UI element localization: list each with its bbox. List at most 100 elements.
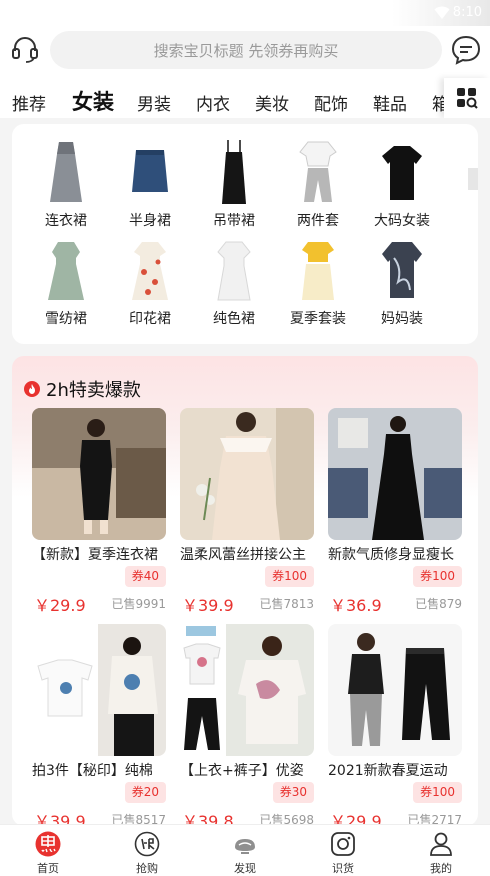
category-grid: 连衣裙 半身裙 吊带裙 两件套 大码女装 雪纺裙 印花裙 纯色裙 夏季套装 妈妈… [12,124,478,344]
product-image [328,408,462,540]
product-name: 温柔风蕾丝拼接公主 [180,547,306,563]
nav-home[interactable]: 首页 [18,829,78,875]
bottom-navigation: 首页 抢购 发现 识货 我的 [0,824,490,876]
tab-beauty[interactable]: 美妆 [255,90,289,115]
category-chiffon[interactable]: 雪纺裙 [24,232,108,328]
sold-count: 已售7813 [259,597,314,611]
category-label: 夏季套装 [290,311,346,327]
search-placeholder: 搜索宝贝标题 先领券再购买 [153,41,339,60]
nav-label: 首页 [37,862,59,875]
product-image [32,624,166,756]
category-label: 半身裙 [129,213,171,229]
coupon-badge: 券100 [265,566,314,587]
fire-icon [24,381,40,397]
nav-label: 发现 [234,862,256,875]
nav-rush-buy[interactable]: 抢购 [117,829,177,875]
nav-label: 抢购 [136,862,158,875]
flash-sale-title: 2h特卖爆款 [46,380,141,401]
two-piece-thumbnail [299,141,337,202]
product-name: 新款气质修身显瘦长 [328,547,454,563]
product-card[interactable]: 【上衣+裤子】优姿 券30 ￥39.8 已售5698 [180,624,314,826]
flash-sale-section: 2h特卖爆款 【新款】夏季连衣裙 券40 ￥29.9 已售9991 温柔风蕾丝拼… [12,356,478,826]
product-name: 【上衣+裤子】优姿 [180,763,304,779]
category-label: 雪纺裙 [45,311,87,327]
category-slip-dress[interactable]: 吊带裙 [192,134,276,230]
coupon-badge: 券100 [413,566,462,587]
product-name: 【新款】夏季连衣裙 [32,547,158,563]
wifi-icon [434,6,450,19]
dress-thumbnail [50,142,82,202]
tab-underwear[interactable]: 内衣 [196,90,230,115]
category-summer-set[interactable]: 夏季套装 [276,232,360,328]
nav-scan[interactable]: 识货 [313,829,373,875]
chiffon-dress-thumbnail [48,242,84,300]
nav-label: 识货 [332,862,354,875]
category-label: 印花裙 [129,311,171,327]
category-label: 吊带裙 [213,213,255,229]
print-dress-thumbnail [132,242,168,300]
grid-search-icon [457,88,478,109]
tshirt-thumbnail [382,146,422,200]
category-label: 大码女装 [374,213,430,229]
category-label: 妈妈装 [381,311,423,327]
headset-icon[interactable] [10,34,40,64]
product-image [328,624,462,756]
coupon-badge: 券100 [413,782,462,803]
tab-accessories[interactable]: 配饰 [314,90,348,115]
tab-womens[interactable]: 女装 [72,86,114,116]
category-skirt[interactable]: 半身裙 [108,134,192,230]
product-name: 2021新款春夏运动 [328,763,448,779]
profile-icon [430,832,452,856]
nav-discover[interactable]: 发现 [215,829,275,875]
category-grid-button[interactable] [444,78,490,118]
tab-shoes[interactable]: 鞋品 [373,90,407,115]
coupon-badge: 券40 [124,566,166,587]
category-solid[interactable]: 纯色裙 [192,232,276,328]
status-bar: 8:10 [0,0,490,26]
search-input[interactable]: 搜索宝贝标题 先领券再购买 [50,31,442,69]
product-name: 拍3件【秘印】纯棉 [32,763,153,779]
product-image [32,408,166,540]
product-card[interactable]: 新款气质修身显瘦长 券100 ￥36.9 已售879 [328,408,462,616]
status-time: 8:10 [452,5,482,20]
scan-icon [331,832,355,856]
category-label: 连衣裙 [45,213,87,229]
tab-recommend[interactable]: 推荐 [12,90,46,115]
rush-buy-icon [134,831,160,857]
coupon-badge: 券20 [124,782,166,803]
category-partial-item [458,164,478,194]
product-card[interactable]: 拍3件【秘印】纯棉 券20 ￥39.9 已售8517 [32,624,166,826]
skirt-thumbnail [132,150,168,192]
tab-luggage[interactable]: 箱 [432,90,444,115]
sold-count: 已售879 [415,597,462,611]
category-dress[interactable]: 连衣裙 [24,134,108,230]
category-label: 纯色裙 [213,311,255,327]
solid-dress-thumbnail [217,241,251,301]
category-label: 两件套 [297,213,339,229]
product-price: ￥29.9 [34,596,86,615]
flash-sale-header: 2h特卖爆款 [24,376,141,402]
category-plus-size[interactable]: 大码女装 [360,134,444,230]
sold-count: 已售9991 [111,597,166,611]
product-card[interactable]: 2021新款春夏运动 券100 ￥29.9 已售2717 [328,624,462,826]
product-price: ￥36.9 [330,596,382,615]
product-card[interactable]: 温柔风蕾丝拼接公主 券100 ￥39.9 已售7813 [180,408,314,616]
category-tabs: 推荐 女装 男装 内衣 美妆 配饰 鞋品 箱 [0,82,444,118]
category-print[interactable]: 印花裙 [108,232,192,328]
coupon-badge: 券30 [272,782,314,803]
product-price: ￥39.9 [182,596,234,615]
chat-icon[interactable] [450,34,482,66]
nav-label: 我的 [430,862,452,875]
category-mom-wear[interactable]: 妈妈装 [360,232,444,328]
tab-mens[interactable]: 男装 [137,90,171,115]
category-two-piece[interactable]: 两件套 [276,134,360,230]
summer-set-thumbnail [302,242,334,300]
home-hui-icon [35,831,61,857]
product-image [180,408,314,540]
discover-icon [235,839,255,854]
nav-profile[interactable]: 我的 [411,829,471,875]
mom-wear-thumbnail [382,242,422,298]
product-card[interactable]: 【新款】夏季连衣裙 券40 ￥29.9 已售9991 [32,408,166,616]
slip-dress-thumbnail [222,140,246,204]
product-image [180,624,314,756]
